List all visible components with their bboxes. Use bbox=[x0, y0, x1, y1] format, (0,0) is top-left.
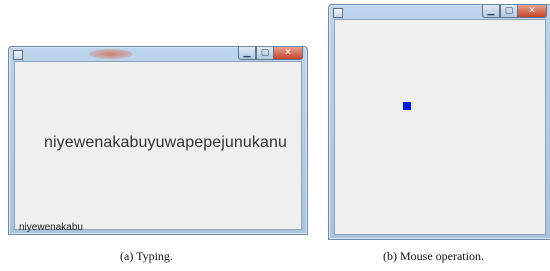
window-controls: ▁ ▢ ✕ bbox=[482, 5, 547, 18]
close-icon[interactable]: ✕ bbox=[518, 5, 547, 18]
maximize-icon[interactable]: ▢ bbox=[500, 5, 518, 18]
maximize-icon[interactable]: ▢ bbox=[256, 47, 274, 60]
target-text: niyewenakabuyuwapepejunukanu bbox=[44, 134, 287, 151]
minimize-icon[interactable]: ▁ bbox=[238, 47, 256, 60]
titlebar-glow bbox=[89, 49, 133, 59]
window-titlebar[interactable]: ▁ ▢ ✕ bbox=[9, 47, 307, 61]
mouse-window: ▁ ▢ ✕ bbox=[328, 4, 550, 240]
typed-input-text: niyewenakabu bbox=[19, 222, 83, 233]
mouse-canvas[interactable] bbox=[334, 19, 546, 235]
window-titlebar[interactable]: ▁ ▢ ✕ bbox=[329, 5, 550, 19]
caption-b: (b) Mouse operation. bbox=[383, 249, 484, 263]
caption-a: (a) Typing. bbox=[120, 249, 173, 263]
minimize-icon[interactable]: ▁ bbox=[482, 5, 500, 18]
typing-canvas[interactable]: niyewenakabuyuwapepejunukanu niyewenakab… bbox=[14, 61, 302, 233]
target-square[interactable] bbox=[403, 102, 411, 110]
typing-window: ▁ ▢ ✕ niyewenakabuyuwapepejunukanu niyew… bbox=[8, 46, 308, 235]
app-window-icon bbox=[13, 50, 23, 60]
window-controls: ▁ ▢ ✕ bbox=[238, 47, 303, 60]
close-icon[interactable]: ✕ bbox=[274, 47, 303, 60]
app-window-icon bbox=[333, 8, 343, 18]
